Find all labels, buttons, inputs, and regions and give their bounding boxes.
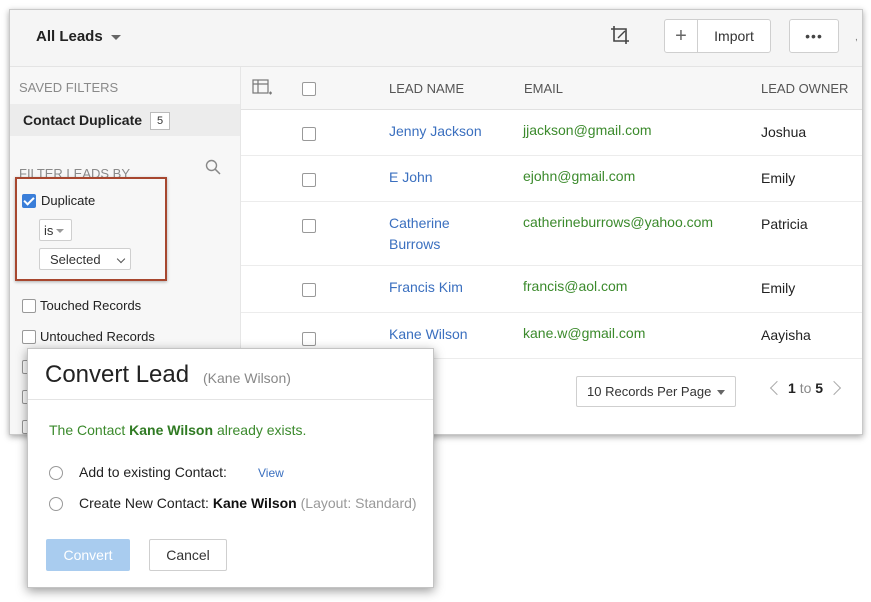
page-to: 5 — [815, 380, 824, 396]
convert-button[interactable]: Convert — [46, 539, 130, 571]
create-import-group: + Import — [664, 19, 771, 53]
message-prefix: The Contact — [49, 422, 126, 438]
select-all-checkbox[interactable] — [302, 82, 316, 96]
plus-icon: + — [675, 24, 687, 47]
lead-name-link[interactable]: Kane Wilson — [389, 324, 499, 345]
caret-down-icon — [56, 229, 64, 233]
lead-name-link[interactable]: Jenny Jackson — [389, 121, 499, 142]
column-resize-icon[interactable] — [609, 24, 633, 48]
view-selector[interactable]: All Leads — [36, 28, 121, 45]
create-new-option: Create New Contact: Kane Wilson (Layout:… — [79, 495, 417, 511]
column-lead-owner[interactable]: LEAD OWNER — [761, 81, 848, 96]
caret-down-icon — [110, 34, 121, 40]
view-title: All Leads — [36, 28, 103, 45]
next-page-icon[interactable] — [826, 380, 842, 396]
untouched-records-checkbox[interactable] — [22, 330, 36, 344]
dialog-title: Convert Lead — [45, 361, 190, 388]
create-new-radio[interactable] — [49, 497, 63, 511]
lead-name-link[interactable]: Francis Kim — [389, 277, 499, 298]
import-button[interactable]: Import — [698, 20, 770, 52]
lead-owner: Joshua — [761, 124, 807, 140]
saved-filter-label: Contact Duplicate — [23, 112, 143, 128]
caret-down-icon — [717, 390, 725, 395]
lead-email-link[interactable]: ejohn@gmail.com — [523, 168, 635, 184]
table-row[interactable]: E John ejohn@gmail.com Emily — [241, 156, 862, 202]
create-new-layout: (Layout: Standard) — [300, 495, 417, 511]
add-lead-button[interactable]: + — [665, 20, 698, 52]
lead-owner: Patricia — [761, 216, 808, 232]
lead-owner: Emily — [761, 280, 796, 296]
add-existing-radio[interactable] — [49, 466, 63, 480]
lead-name-link[interactable]: Catherine Burrows — [389, 213, 469, 255]
row-checkbox[interactable] — [302, 332, 316, 346]
saved-filters-heading: SAVED FILTERS — [19, 80, 119, 95]
table-row[interactable]: Francis Kim francis@aol.com Emily — [241, 266, 862, 313]
lead-email-link[interactable]: kane.w@gmail.com — [523, 325, 645, 341]
records-per-page-select[interactable]: 10 Records Per Page — [576, 376, 736, 407]
lead-email-link[interactable]: catherineburrows@yahoo.com — [523, 214, 713, 230]
more-icon: ••• — [805, 28, 823, 44]
cancel-button[interactable]: Cancel — [149, 539, 227, 571]
column-email[interactable]: EMAIL — [524, 81, 563, 96]
page-to-word: to — [799, 380, 812, 396]
create-new-label: Create New Contact: — [79, 495, 209, 511]
lead-owner: Emily — [761, 170, 796, 186]
search-icon[interactable] — [205, 159, 221, 175]
value-select[interactable]: Selected — [39, 248, 131, 270]
more-options-button[interactable]: ••• — [789, 19, 839, 53]
create-new-name: Kane Wilson — [212, 495, 297, 511]
value-selected: Selected — [50, 252, 101, 267]
top-bar: All Leads + Import ••• , — [10, 10, 862, 67]
row-checkbox[interactable] — [302, 283, 316, 297]
convert-lead-dialog: Convert Lead (Kane Wilson) The Contact K… — [27, 348, 434, 588]
dialog-subtitle: (Kane Wilson) — [203, 370, 291, 386]
lead-email-link[interactable]: jjackson@gmail.com — [523, 122, 652, 138]
table-row[interactable]: Jenny Jackson jjackson@gmail.com Joshua — [241, 110, 862, 156]
operator-value: is — [44, 223, 54, 238]
contact-exists-message: The Contact Kane Wilson already exists. — [49, 422, 306, 438]
add-existing-label: Add to existing Contact: — [79, 464, 227, 480]
message-suffix: already exists. — [216, 422, 307, 438]
overflow-mark: , — [855, 32, 858, 43]
saved-filter-item[interactable]: Contact Duplicate 5 — [10, 104, 240, 136]
touched-records-label: Touched Records — [40, 298, 142, 313]
view-contact-link[interactable]: View — [258, 466, 284, 480]
column-lead-name[interactable]: LEAD NAME — [389, 81, 464, 96]
table-row[interactable]: Catherine Burrows catherineburrows@yahoo… — [241, 202, 862, 266]
message-contact-name: Kane Wilson — [129, 422, 214, 438]
table-header: LEAD NAME EMAIL LEAD OWNER — [241, 67, 862, 110]
duplicate-filter-panel: Duplicate is Selected — [15, 177, 167, 281]
prev-page-icon[interactable] — [769, 380, 785, 396]
duplicate-checkbox[interactable] — [22, 194, 36, 208]
saved-filter-count: 5 — [150, 112, 170, 130]
row-checkbox[interactable] — [302, 127, 316, 141]
lead-owner: Aayisha — [761, 327, 811, 343]
touched-records-checkbox[interactable] — [22, 299, 36, 313]
chevron-down-icon — [116, 254, 126, 264]
dialog-header: Convert Lead (Kane Wilson) — [28, 349, 433, 400]
untouched-records-label: Untouched Records — [40, 329, 155, 344]
pagination: 1 to 5 — [769, 380, 842, 396]
row-checkbox[interactable] — [302, 173, 316, 187]
row-checkbox[interactable] — [302, 219, 316, 233]
lead-email-link[interactable]: francis@aol.com — [523, 278, 627, 294]
column-settings-icon[interactable] — [252, 79, 272, 97]
records-per-page-value: 10 Records Per Page — [587, 384, 712, 399]
page-from: 1 — [788, 380, 796, 396]
duplicate-label: Duplicate — [41, 193, 96, 208]
lead-name-link[interactable]: E John — [389, 167, 499, 188]
operator-select[interactable]: is — [39, 219, 72, 241]
